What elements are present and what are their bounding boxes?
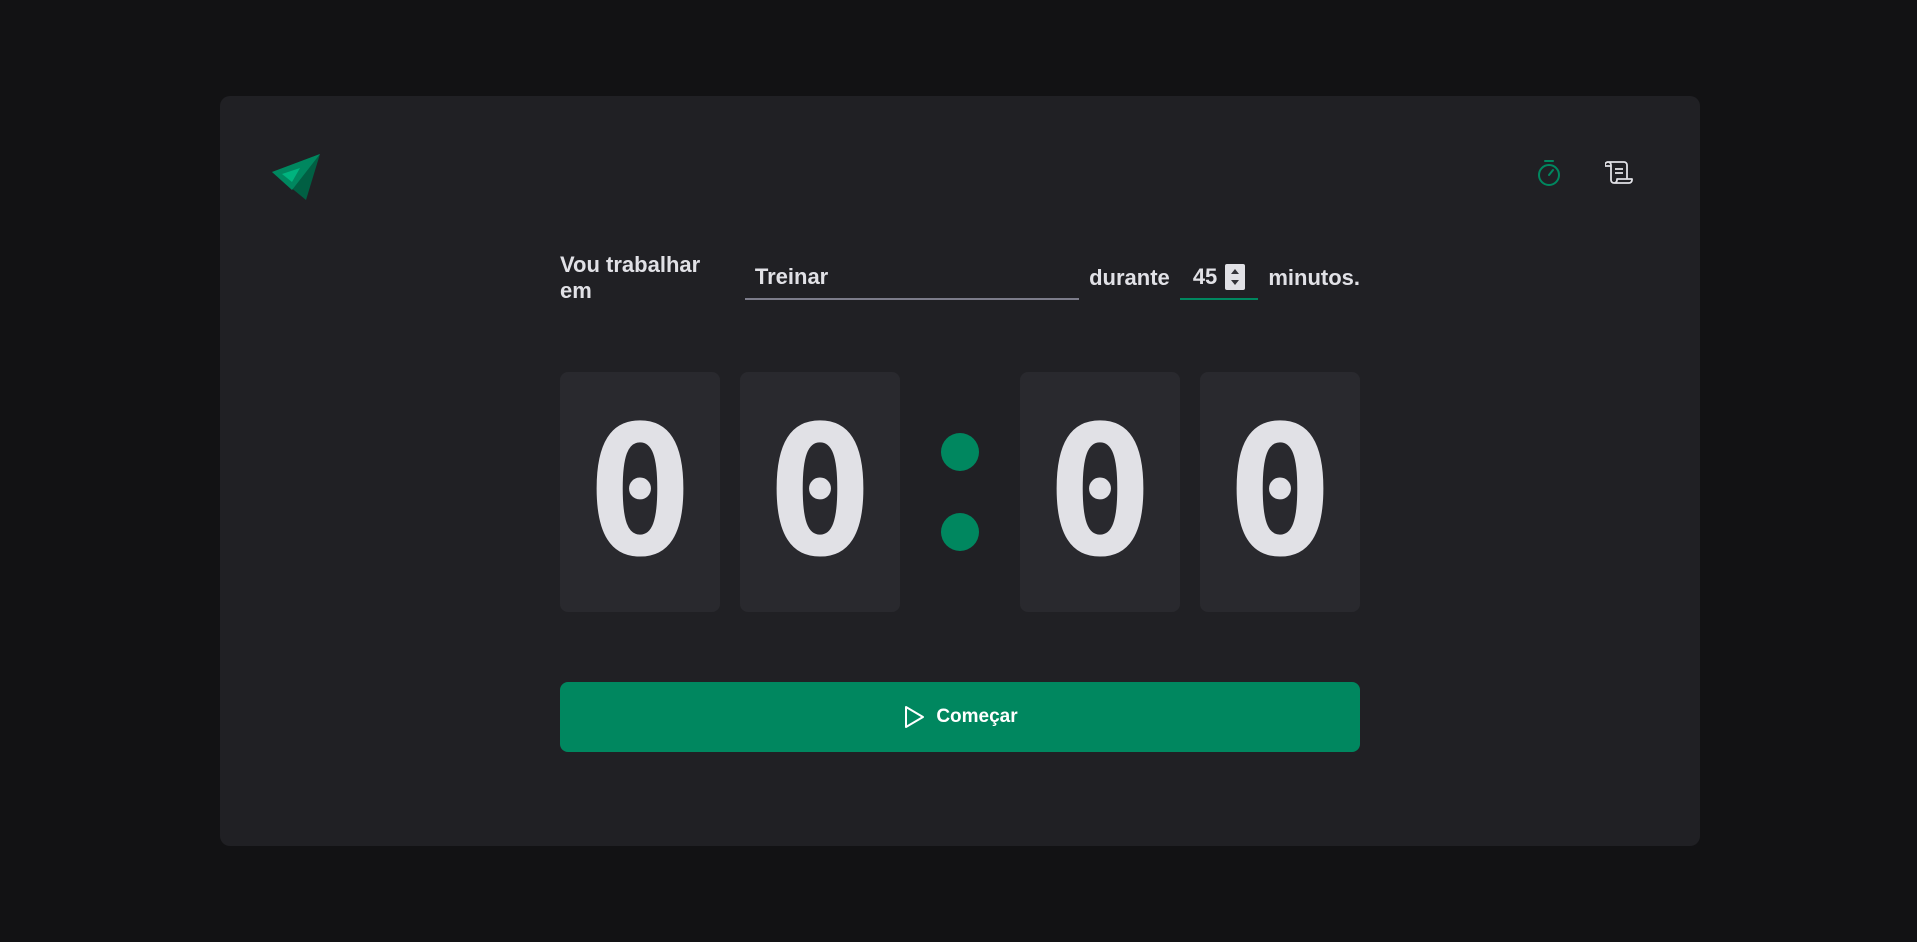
separator-dot-top (941, 433, 979, 471)
timer-icon (1538, 160, 1560, 186)
task-input[interactable] (744, 256, 1080, 300)
header-nav (1534, 158, 1634, 188)
history-scroll-icon (1605, 161, 1633, 184)
nav-timer-button[interactable] (1534, 158, 1564, 188)
countdown-display: 0 0 0 0 (560, 372, 1360, 612)
countdown-separator (900, 372, 1020, 612)
duration-label: durante (1089, 265, 1170, 290)
minutes-input[interactable]: 45 (1179, 256, 1259, 300)
start-button-label: Começar (936, 706, 1018, 727)
countdown-minutes-ones: 0 (740, 372, 900, 612)
stepper-up-icon[interactable] (1231, 269, 1240, 274)
timer-card: Vou trabalhar em durante 45 minutos. 0 0… (220, 96, 1700, 846)
minutes-stepper[interactable] (1225, 264, 1246, 290)
task-form: Vou trabalhar em durante 45 minutos. (560, 252, 1360, 303)
minutes-suffix: minutos. (1268, 265, 1360, 290)
separator-dot-bottom (941, 513, 979, 551)
nav-history-button[interactable] (1604, 158, 1634, 188)
countdown-minutes-tens: 0 (560, 372, 720, 612)
countdown-seconds-tens: 0 (1020, 372, 1180, 612)
play-icon (905, 706, 925, 728)
start-countdown-button[interactable]: Começar (560, 682, 1360, 752)
stepper-down-icon[interactable] (1231, 280, 1240, 285)
minutes-value[interactable]: 45 (1193, 264, 1217, 290)
ignite-logo-icon (270, 150, 322, 202)
task-label: Vou trabalhar em (560, 252, 701, 303)
countdown-seconds-ones: 0 (1200, 372, 1360, 612)
